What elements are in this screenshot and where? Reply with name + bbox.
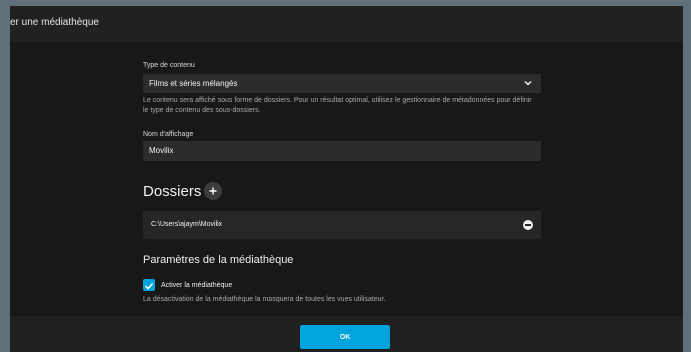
content-type-label: Type de contenu (143, 62, 195, 69)
content-type-hint: Le contenu sera affiché sous forme de do… (143, 97, 532, 114)
display-name-input[interactable]: Movilix (143, 141, 541, 161)
enable-library-label: Activer la médiathèque (161, 282, 233, 289)
add-library-dialog: er une médiathèque Type de contenu Films… (10, 6, 683, 352)
ok-button[interactable]: OK (300, 325, 390, 349)
minus-circle-icon[interactable] (523, 220, 533, 230)
folder-list-item: C:\Users\ajaym\Movilix (143, 211, 541, 239)
folders-title: Dossiers (143, 183, 202, 200)
content-type-select[interactable]: Films et séries mélangés (143, 74, 541, 93)
add-folder-button[interactable] (204, 182, 222, 200)
dialog-header: er une médiathèque (10, 6, 683, 42)
chevron-down-icon (524, 80, 532, 86)
check-icon (144, 283, 154, 290)
folder-path: C:\Users\ajaym\Movilix (151, 221, 223, 228)
content-type-selected-value: Films et séries mélangés (149, 79, 238, 88)
plus-icon (209, 187, 217, 195)
display-name-value: Movilix (149, 146, 174, 155)
dialog-title: er une médiathèque (10, 17, 99, 28)
display-name-label: Nom d'affichage (143, 131, 194, 138)
enable-library-hint: La désactivation de la médiathèque la ma… (143, 296, 386, 303)
dialog-footer: OK (10, 316, 683, 352)
library-settings-title: Paramètres de la médiathèque (143, 254, 294, 266)
enable-library-checkbox[interactable] (143, 279, 155, 291)
